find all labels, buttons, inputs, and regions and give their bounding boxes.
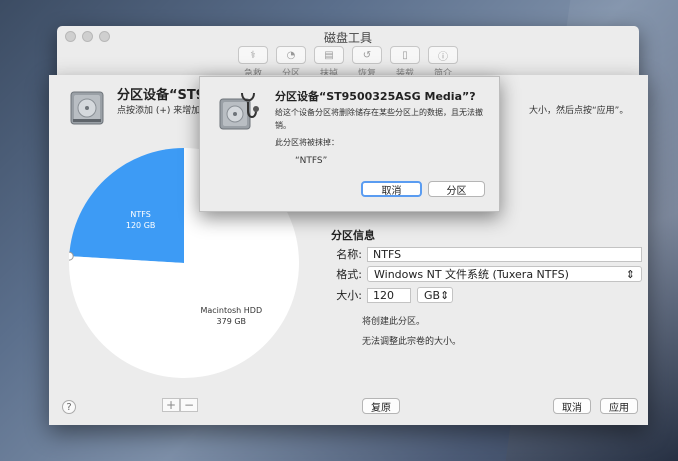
dialog-erase-label: 此分区将被抹掉： <box>275 138 339 147</box>
restore-icon: ↺ <box>352 46 382 64</box>
partition-name-input[interactable]: NTFS <box>367 246 642 262</box>
pie-label-1-1: 379 GB <box>217 317 247 326</box>
window-title: 磁盘工具 <box>323 31 372 45</box>
dialog-partition-button[interactable]: 分区 <box>428 181 485 197</box>
mount-icon: ▯ <box>390 46 420 64</box>
partition-icon: ◔ <box>276 46 306 64</box>
format-label: 格式: <box>336 268 362 281</box>
dialog-partition-name: “NTFS” <box>295 156 328 166</box>
name-label: 名称: <box>336 248 362 261</box>
cancel-button[interactable]: 取消 <box>553 398 591 414</box>
resize-note: 无法调整此宗卷的大小。 <box>362 337 462 347</box>
dialog-cancel-button[interactable]: 取消 <box>361 181 422 197</box>
format-row: 格式: Windows NT 文件系统 (Tuxera NTFS) ⇕ <box>328 266 642 282</box>
size-unit-select[interactable]: GB ⇕ <box>417 287 453 303</box>
resize-handle[interactable] <box>69 251 74 261</box>
hard-disk-icon <box>70 91 104 125</box>
title-bar: 磁盘工具 <box>57 26 639 46</box>
size-row: 大小: 120 GB ⇕ <box>328 287 453 303</box>
pie-slice-0[interactable] <box>69 148 184 263</box>
size-label: 大小: <box>336 289 362 302</box>
help-button[interactable]: ? <box>62 400 76 414</box>
pie-label-1-0: Macintosh HDD <box>200 306 262 315</box>
confirm-partition-dialog: 分区设备“ST9500325ASG Media”? 给这个设备分区将删除储存在某… <box>199 76 500 212</box>
remove-partition-button[interactable]: − <box>180 398 198 412</box>
create-note: 将创建此分区。 <box>362 317 426 327</box>
format-select[interactable]: Windows NT 文件系统 (Tuxera NTFS) ⇕ <box>367 266 642 282</box>
pie-label-0-0: NTFS <box>130 210 150 219</box>
apply-button[interactable]: 应用 <box>600 398 638 414</box>
disk-utility-icon <box>219 92 259 130</box>
add-remove-control: + − <box>162 398 198 412</box>
partition-info-title: 分区信息 <box>331 229 375 242</box>
revert-button[interactable]: 复原 <box>362 398 400 414</box>
chevron-updown-icon: ⇕ <box>625 267 635 281</box>
size-input[interactable]: 120 <box>367 287 411 303</box>
pie-label-0-1: 120 GB <box>126 221 156 230</box>
erase-icon: ▤ <box>314 46 344 64</box>
sheet-description-right: 大小，然后点按“应用”。 <box>529 106 629 116</box>
stethoscope-icon: ⚕ <box>238 46 268 64</box>
format-value: Windows NT 文件系统 (Tuxera NTFS) <box>374 268 569 281</box>
add-partition-button[interactable]: + <box>162 398 180 412</box>
chevron-updown-icon: ⇕ <box>440 288 450 302</box>
info-icon: ⓘ <box>428 46 458 64</box>
size-unit-value: GB <box>424 288 441 302</box>
dialog-title: 分区设备“ST9500325ASG Media”? <box>275 90 476 103</box>
dialog-message: 给这个设备分区将删除储存在某些分区上的数据，且无法撤销。 <box>275 108 483 130</box>
name-row: 名称: NTFS <box>328 246 642 262</box>
